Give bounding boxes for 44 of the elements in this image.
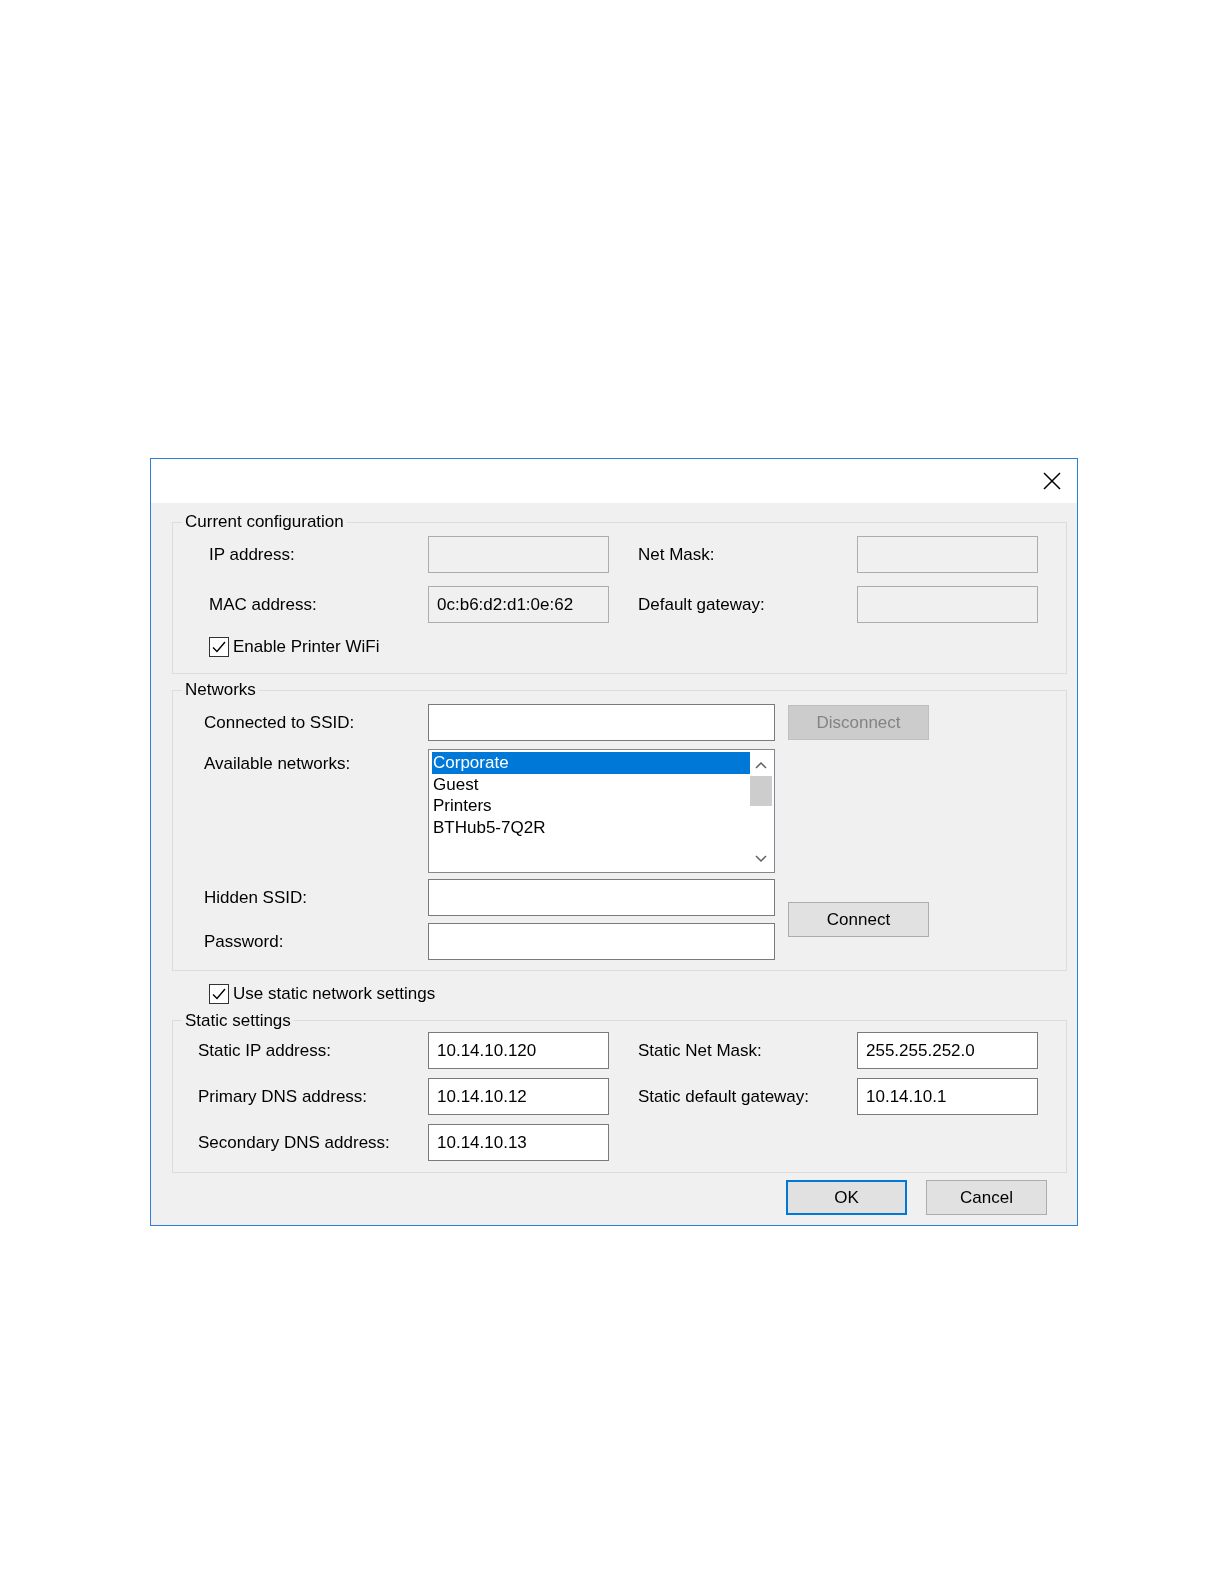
read-only-field[interactable]: 0c:b6:d2:d1:0e:62: [428, 586, 609, 624]
group-title: Current configuration: [184, 512, 345, 533]
button[interactable]: Connect: [788, 902, 929, 938]
field-label: Available networks:: [204, 753, 352, 776]
field-label: Connected to SSID:: [204, 712, 356, 735]
read-only-field[interactable]: [857, 536, 1038, 574]
button[interactable]: Cancel: [926, 1180, 1047, 1216]
list-box[interactable]: Corporate Guest Printers BTHub5-7Q2R: [428, 749, 775, 874]
input-field[interactable]: [428, 704, 775, 742]
field-label: IP address:: [209, 544, 296, 567]
close-icon[interactable]: [1043, 472, 1061, 490]
input-field[interactable]: 10.14.10.12: [428, 1078, 609, 1116]
scroll-thumb[interactable]: [750, 776, 772, 807]
list-item[interactable]: Printers: [432, 795, 750, 817]
field-label: MAC address:: [209, 594, 318, 617]
field-label: Static default gateway:: [638, 1085, 811, 1108]
input-field[interactable]: [428, 879, 775, 917]
field-label: Secondary DNS address:: [198, 1131, 391, 1154]
input-field[interactable]: 10.14.10.13: [428, 1124, 609, 1162]
read-only-field[interactable]: [857, 586, 1038, 624]
field-label: Default gateway:: [638, 594, 766, 617]
scroll-down-icon[interactable]: [754, 854, 768, 865]
list-item[interactable]: Guest: [432, 773, 750, 796]
scroll-up-icon[interactable]: [754, 760, 768, 771]
checkbox-label: Enable Printer WiFi: [233, 636, 380, 659]
field-label: Net Mask:: [638, 544, 716, 567]
read-only-field[interactable]: [428, 536, 609, 574]
input-field[interactable]: 255.255.252.0: [857, 1032, 1038, 1070]
list-item[interactable]: BTHub5-7Q2R: [432, 816, 750, 839]
input-field[interactable]: 10.14.10.1: [857, 1078, 1038, 1116]
input-field[interactable]: 10.14.10.120: [428, 1032, 609, 1070]
group-title: Static settings: [184, 1010, 292, 1032]
list-item[interactable]: Corporate: [432, 752, 750, 774]
field-label: Static IP address:: [198, 1039, 332, 1062]
checkbox[interactable]: [209, 984, 229, 1005]
group-title: Networks: [184, 679, 257, 701]
checkbox[interactable]: [209, 637, 229, 658]
field-label: Hidden SSID:: [204, 887, 308, 910]
button[interactable]: OK: [786, 1180, 907, 1216]
checkbox-label: Use static network settings: [233, 983, 436, 1006]
input-field[interactable]: [428, 923, 775, 961]
field-label: Password:: [204, 931, 285, 954]
field-label: Static Net Mask:: [638, 1039, 763, 1062]
field-label: Primary DNS address:: [198, 1085, 369, 1108]
